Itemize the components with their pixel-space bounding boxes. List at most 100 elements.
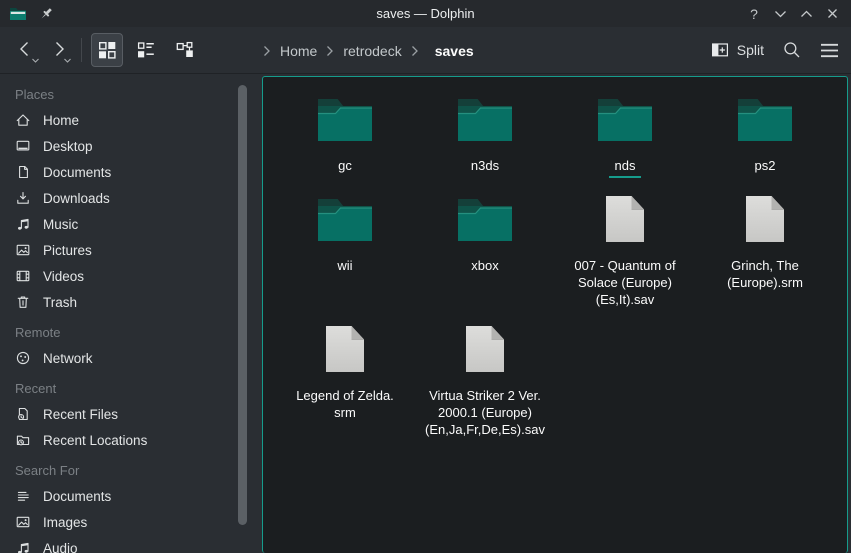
home-icon	[15, 112, 31, 128]
sidebar-item-label: Downloads	[43, 191, 110, 206]
sidebar-section: Search For Documents Images Audio	[0, 459, 250, 553]
folder-item-n3ds[interactable]: n3ds	[415, 85, 555, 174]
titlebar: saves — Dolphin ?	[0, 0, 851, 27]
sidebar-item-label: Documents	[43, 489, 111, 504]
sidebar-item-label: Home	[43, 113, 79, 128]
folder-item-ps2[interactable]: ps2	[695, 85, 835, 174]
maximize-button[interactable]	[793, 0, 819, 27]
sidebar-item-documents[interactable]: Documents	[0, 483, 250, 509]
sidebar-item-pictures[interactable]: Pictures	[0, 237, 250, 263]
audio-icon	[15, 540, 31, 553]
file-icon	[605, 195, 645, 243]
sidebar-item-network[interactable]: Network	[0, 345, 250, 371]
sidebar-item-recent-files[interactable]: Recent Files	[0, 401, 250, 427]
file-item-virtua-striker-2-ver-2000-1-europe-en-ja-fr-de-es-sav[interactable]: Virtua Striker 2 Ver. 2000.1 (Europe) (E…	[415, 315, 555, 438]
details-view-button[interactable]	[130, 33, 162, 67]
forward-dropdown-caret	[63, 58, 72, 64]
app-folder-icon	[9, 6, 27, 21]
sidebar-item-images[interactable]: Images	[0, 509, 250, 535]
breadcrumb-segment-retrodeck[interactable]: retrodeck	[343, 43, 401, 59]
split-button[interactable]: Split	[711, 42, 764, 58]
file-item-label: nds	[609, 157, 642, 178]
sidebar-item-recent-locations[interactable]: Recent Locations	[0, 427, 250, 453]
recent-files-icon	[15, 406, 31, 422]
sidebar-item-documents[interactable]: Documents	[0, 159, 250, 185]
sidebar-section-title[interactable]: Recent	[0, 377, 250, 401]
file-icon	[465, 325, 505, 373]
sidebar-item-label: Network	[43, 351, 93, 366]
folder-icon	[457, 195, 513, 243]
folder-item-wii[interactable]: wii	[275, 185, 415, 274]
sidebar-item-label: Pictures	[43, 243, 92, 258]
documents-icon	[15, 164, 31, 180]
sidebar-item-videos[interactable]: Videos	[0, 263, 250, 289]
breadcrumb: Home retrodeck saves	[263, 27, 474, 74]
sidebar-item-label: Audio	[43, 541, 78, 553]
breadcrumb-chevron-icon	[411, 45, 419, 57]
folder-icon	[317, 195, 373, 243]
file-item-label: 007 - Quantum of Solace (Europe) (Es,It)…	[574, 257, 675, 308]
search-documents-icon	[15, 488, 31, 504]
file-item-label: Virtua Striker 2 Ver. 2000.1 (Europe) (E…	[425, 387, 545, 438]
sidebar-section: Recent Recent Files Recent Locations	[0, 377, 250, 453]
folder-item-nds[interactable]: nds	[555, 85, 695, 178]
sidebar-section-title[interactable]: Remote	[0, 321, 250, 345]
sidebar-item-label: Documents	[43, 165, 111, 180]
folder-item-xbox[interactable]: xbox	[415, 185, 555, 274]
sidebar-item-label: Desktop	[43, 139, 93, 154]
sidebar-section-title[interactable]: Places	[0, 83, 250, 107]
file-item-label: wii	[337, 257, 352, 274]
sidebar-item-music[interactable]: Music	[0, 211, 250, 237]
sidebar-section-title[interactable]: Search For	[0, 459, 250, 483]
music-icon	[15, 216, 31, 232]
recent-locations-icon	[15, 432, 31, 448]
videos-icon	[15, 268, 31, 284]
breadcrumb-chevron-icon	[263, 45, 271, 57]
forward-button[interactable]	[42, 33, 74, 67]
toolbar: Home retrodeck saves Split	[0, 27, 851, 74]
breadcrumb-chevron-icon	[326, 45, 334, 57]
sidebar-item-trash[interactable]: Trash	[0, 289, 250, 315]
sidebar-item-label: Videos	[43, 269, 84, 284]
breadcrumb-current[interactable]: saves	[435, 43, 474, 59]
pictures-icon	[15, 242, 31, 258]
folder-view[interactable]: gc n3ds nds ps2 wii xbox	[262, 76, 848, 553]
back-button[interactable]	[10, 33, 42, 67]
file-item-007-quantum-of-solace-europe-es-it-sav[interactable]: 007 - Quantum of Solace (Europe) (Es,It)…	[555, 185, 695, 308]
icons-view-button[interactable]	[91, 33, 123, 67]
folder-icon	[597, 95, 653, 143]
minimize-button[interactable]	[767, 0, 793, 27]
sidebar-item-label: Recent Locations	[43, 433, 147, 448]
folder-item-gc[interactable]: gc	[275, 85, 415, 174]
desktop-icon	[15, 138, 31, 154]
sidebar-item-downloads[interactable]: Downloads	[0, 185, 250, 211]
toolbar-separator	[81, 38, 82, 62]
close-button[interactable]	[819, 0, 845, 27]
file-item-label: gc	[338, 157, 352, 174]
content-area: Places Home Desktop Documents Downloads …	[0, 74, 851, 553]
file-icon	[325, 325, 365, 373]
file-item-label: Legend of Zelda. srm	[296, 387, 394, 421]
sidebar-item-home[interactable]: Home	[0, 107, 250, 133]
sidebar-scrollbar-thumb[interactable]	[238, 85, 247, 525]
window-title: saves — Dolphin	[376, 6, 474, 21]
breadcrumb-segment-home[interactable]: Home	[280, 43, 317, 59]
sidebar-item-label: Trash	[43, 295, 77, 310]
file-item-grinch-the-europe-srm[interactable]: Grinch, The (Europe).srm	[695, 185, 835, 291]
file-item-legend-of-zelda-srm[interactable]: Legend of Zelda. srm	[275, 315, 415, 421]
images-icon	[15, 514, 31, 530]
sidebar-item-desktop[interactable]: Desktop	[0, 133, 250, 159]
sidebar-item-audio[interactable]: Audio	[0, 535, 250, 553]
back-dropdown-caret	[31, 58, 40, 64]
file-item-label: xbox	[471, 257, 498, 274]
folder-icon	[737, 95, 793, 143]
pin-icon[interactable]	[38, 6, 54, 22]
network-icon	[15, 350, 31, 366]
hamburger-menu-icon[interactable]	[820, 43, 839, 58]
downloads-icon	[15, 190, 31, 206]
help-button[interactable]: ?	[741, 0, 767, 27]
sidebar-item-label: Recent Files	[43, 407, 118, 422]
search-icon[interactable]	[782, 40, 802, 60]
sidebar-item-label: Images	[43, 515, 87, 530]
columns-view-button[interactable]	[169, 33, 201, 67]
